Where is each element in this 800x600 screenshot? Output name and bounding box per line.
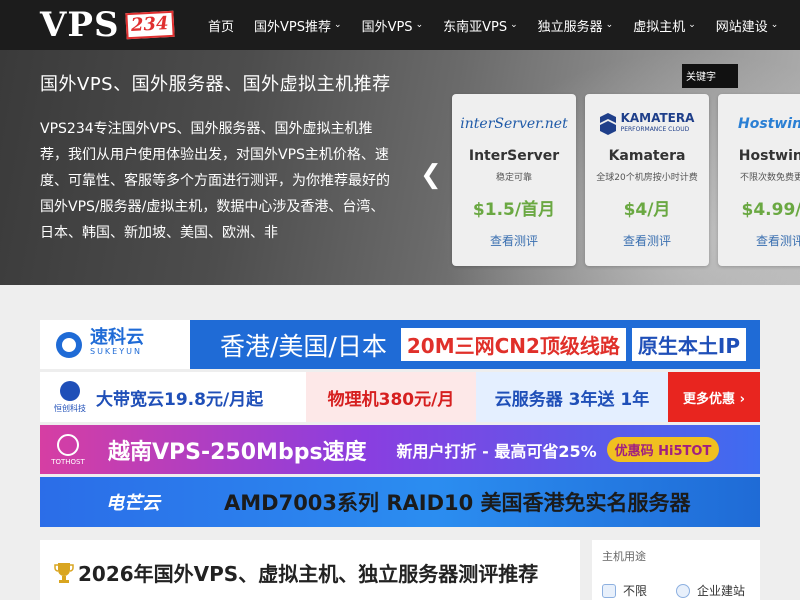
kamatera-mark-icon xyxy=(599,113,616,135)
chevron-down-icon: ⌄ xyxy=(415,20,424,30)
review-link[interactable]: 查看测评 xyxy=(718,232,800,249)
banner-bandwidth-text: 大带宽云19.8元/月起 xyxy=(96,389,264,410)
provider-price: $1.5/首月 xyxy=(472,200,556,220)
filter-option-business[interactable]: 企业建站 xyxy=(676,582,745,599)
main-content-card: 2026年国外VPS、虚拟主机、独立服务器测评推荐 xyxy=(40,540,580,600)
provider-tag: 稳定可靠 xyxy=(495,173,532,183)
globe-icon xyxy=(676,583,690,598)
nav-label: 国外VPS xyxy=(361,19,413,35)
hero-title: 国外VPS、国外服务器、国外虚拟主机推荐 xyxy=(40,74,391,95)
banner-ip: 原生本土IP xyxy=(631,328,747,361)
provider-name: Kamatera xyxy=(608,148,686,164)
nav-vps-recommend[interactable]: 国外VPS推荐 ⌄ xyxy=(254,16,342,35)
chevron-down-icon: ⌄ xyxy=(770,20,779,30)
review-link[interactable]: 查看测评 xyxy=(452,232,576,249)
logo-number: 234 xyxy=(125,10,175,40)
banner-regions: 香港/美国/日本 xyxy=(220,331,387,361)
nav-label: 虚拟主机 xyxy=(633,19,686,35)
banner-physical-text: 物理机380元/月 xyxy=(327,389,455,410)
nav-label: 国外VPS推荐 xyxy=(254,19,332,35)
chevron-down-icon: ⌄ xyxy=(688,20,696,30)
hostwinds-logo: Hostwinds xyxy=(738,116,800,132)
page-title: 2026年国外VPS、虚拟主机、独立服务器测评推荐 xyxy=(54,558,538,587)
nav-label: 网站建设 xyxy=(715,19,768,35)
nav-dedicated[interactable]: 独立服务器 ⌄ xyxy=(538,16,614,35)
banner-cloud-text: 云服务器 3年送 1年 xyxy=(494,389,650,410)
page-title-text: 2026年国外VPS、虚拟主机、独立服务器测评推荐 xyxy=(78,562,539,586)
chevron-down-icon: ⌄ xyxy=(334,20,342,30)
filter-option-any[interactable]: 不限 xyxy=(602,582,647,599)
interserver-logo: interServer.net xyxy=(460,116,568,132)
hero-section: 国外VPS、国外服务器、国外虚拟主机推荐 VPS234专注国外VPS、国外服务器… xyxy=(0,50,800,285)
banner-vps-text: 越南VPS-250Mbps速度 xyxy=(108,439,367,465)
filter-title: 主机用途 xyxy=(602,550,646,563)
banner-section-cloud: 云服务器 3年送 1年 xyxy=(476,372,668,422)
hero-description: VPS234专注国外VPS、国外服务器、国外虚拟主机推荐，我们从用户使用体验出发… xyxy=(40,121,390,241)
banner-dianmang-text: AMD7003系列 RAID10 美国香港免实名服务器 xyxy=(224,491,691,515)
ad-banner-sukeyun[interactable]: 速科云 SUKEYUN 香港/美国/日本 20M三网CN2顶级线路 原生本土IP xyxy=(40,320,760,369)
nav-website[interactable]: 网站建设 ⌄ xyxy=(716,16,779,35)
banner-promo-text: 新用户打折 - 最高可省25% xyxy=(396,441,597,461)
filter-option-label: 不限 xyxy=(623,584,648,598)
nav-sea-vps[interactable]: 东南亚VPS ⌄ xyxy=(443,16,518,35)
main-nav: 首页 国外VPS推荐 ⌄ 国外VPS ⌄ 东南亚VPS ⌄ 独立服务器 ⌄ 虚拟主机 ⌄ … xyxy=(198,0,788,50)
provider-tag: 全球20个机房按小时计费 xyxy=(596,173,698,183)
nav-hosting[interactable]: 虚拟主机 ⌄ xyxy=(633,16,696,35)
banner-more-button[interactable]: 更多优惠 › xyxy=(668,372,760,422)
dianmangyun-logo: 电芒云 xyxy=(106,493,160,514)
keyword-tooltip: 关键字 xyxy=(682,64,738,88)
trophy-icon xyxy=(54,562,74,583)
provider-card-kamatera[interactable]: KAMATERA PERFORMANCE CLOUD Kamatera 全球20… xyxy=(585,94,709,266)
provider-price: $4/月 xyxy=(623,200,671,220)
nav-label: 东南亚VPS xyxy=(443,19,508,35)
carousel-prev-arrow-icon[interactable]: ❮ xyxy=(420,160,442,190)
provider-price: $4.99/月 xyxy=(741,200,800,220)
ad-banner-tothost[interactable]: TOTHOST 越南VPS-250Mbps速度 新用户打折 - 最高可省25% … xyxy=(40,425,760,474)
sidebar-filter: 主机用途 不限 企业建站 xyxy=(592,540,760,600)
ad-banner-henghost[interactable]: 恒创科技 大带宽云19.8元/月起 物理机380元/月 云服务器 3年送 1年 … xyxy=(40,372,760,422)
nav-label: 独立服务器 xyxy=(537,19,603,35)
provider-card-interserver[interactable]: interServer.net InterServer 稳定可靠 $1.5/首月… xyxy=(452,94,576,266)
henghost-logo: 恒创科技 xyxy=(54,380,86,414)
site-logo[interactable]: VPS 234 xyxy=(40,6,180,44)
kamatera-logo: KAMATERA PERFORMANCE CLOUD xyxy=(585,110,709,138)
provider-name: Hostwinds xyxy=(738,148,800,164)
chevron-down-icon: ⌄ xyxy=(510,20,518,30)
provider-card-hostwinds[interactable]: Hostwinds Hostwinds 不限次数免费更换IP $4.99/月 查… xyxy=(718,94,800,266)
henghost-mark-icon xyxy=(60,380,80,401)
logo-text: VPS xyxy=(40,5,120,45)
filter-option-label: 企业建站 xyxy=(697,584,746,598)
tothost-mark-icon xyxy=(57,433,79,456)
review-link[interactable]: 查看测评 xyxy=(585,232,709,249)
ad-banner-dianmangyun[interactable]: 电芒云 AMD7003系列 RAID10 美国香港免实名服务器 xyxy=(40,477,760,527)
nav-label: 首页 xyxy=(208,19,235,35)
nav-foreign-vps[interactable]: 国外VPS ⌄ xyxy=(362,16,424,35)
banner-line: 20M三网CN2顶级线路 xyxy=(400,328,626,361)
tothost-logo: TOTHOST xyxy=(40,425,96,474)
banner-more-label: 更多优惠 › xyxy=(683,391,745,407)
banner-section-bandwidth: 恒创科技 大带宽云19.8元/月起 xyxy=(40,372,306,422)
banner-section-physical: 物理机380元/月 xyxy=(306,372,476,422)
top-navbar: VPS 234 首页 国外VPS推荐 ⌄ 国外VPS ⌄ 东南亚VPS ⌄ 独立服务器… xyxy=(0,0,800,50)
banner-coupon-code: 优惠码 Hi5TOT xyxy=(606,437,720,462)
nav-home[interactable]: 首页 xyxy=(208,16,234,35)
monitor-icon xyxy=(602,583,616,598)
sukeyun-mark-icon xyxy=(56,331,82,358)
provider-tag: 不限次数免费更换IP xyxy=(739,173,800,183)
chevron-down-icon: ⌄ xyxy=(605,20,614,30)
provider-name: InterServer xyxy=(468,148,560,164)
sukeyun-logo: 速科云 SUKEYUN xyxy=(40,320,190,369)
